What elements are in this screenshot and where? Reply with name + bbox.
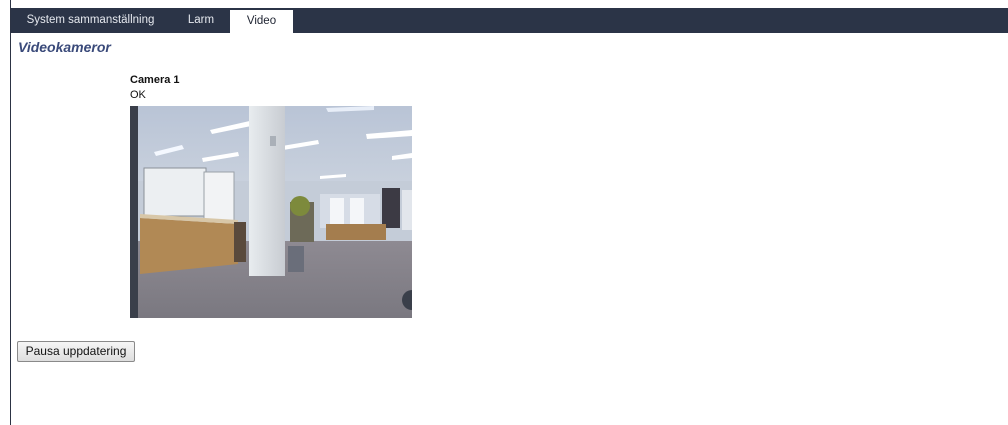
tab-alarm[interactable]: Larm bbox=[180, 8, 222, 33]
camera-feed-image bbox=[130, 106, 412, 318]
camera-status: OK bbox=[130, 89, 146, 101]
tab-bar: System sammanställning Larm Video bbox=[11, 8, 1008, 34]
tab-video[interactable]: Video bbox=[230, 10, 293, 34]
page-title: Videokameror bbox=[18, 39, 111, 55]
camera-name: Camera 1 bbox=[130, 74, 180, 86]
tab-system-summary[interactable]: System sammanställning bbox=[22, 8, 159, 33]
video-page: System sammanställning Larm Video Videok… bbox=[0, 0, 1008, 425]
pause-update-button[interactable]: Pausa uppdatering bbox=[17, 341, 135, 362]
left-border bbox=[10, 0, 11, 425]
